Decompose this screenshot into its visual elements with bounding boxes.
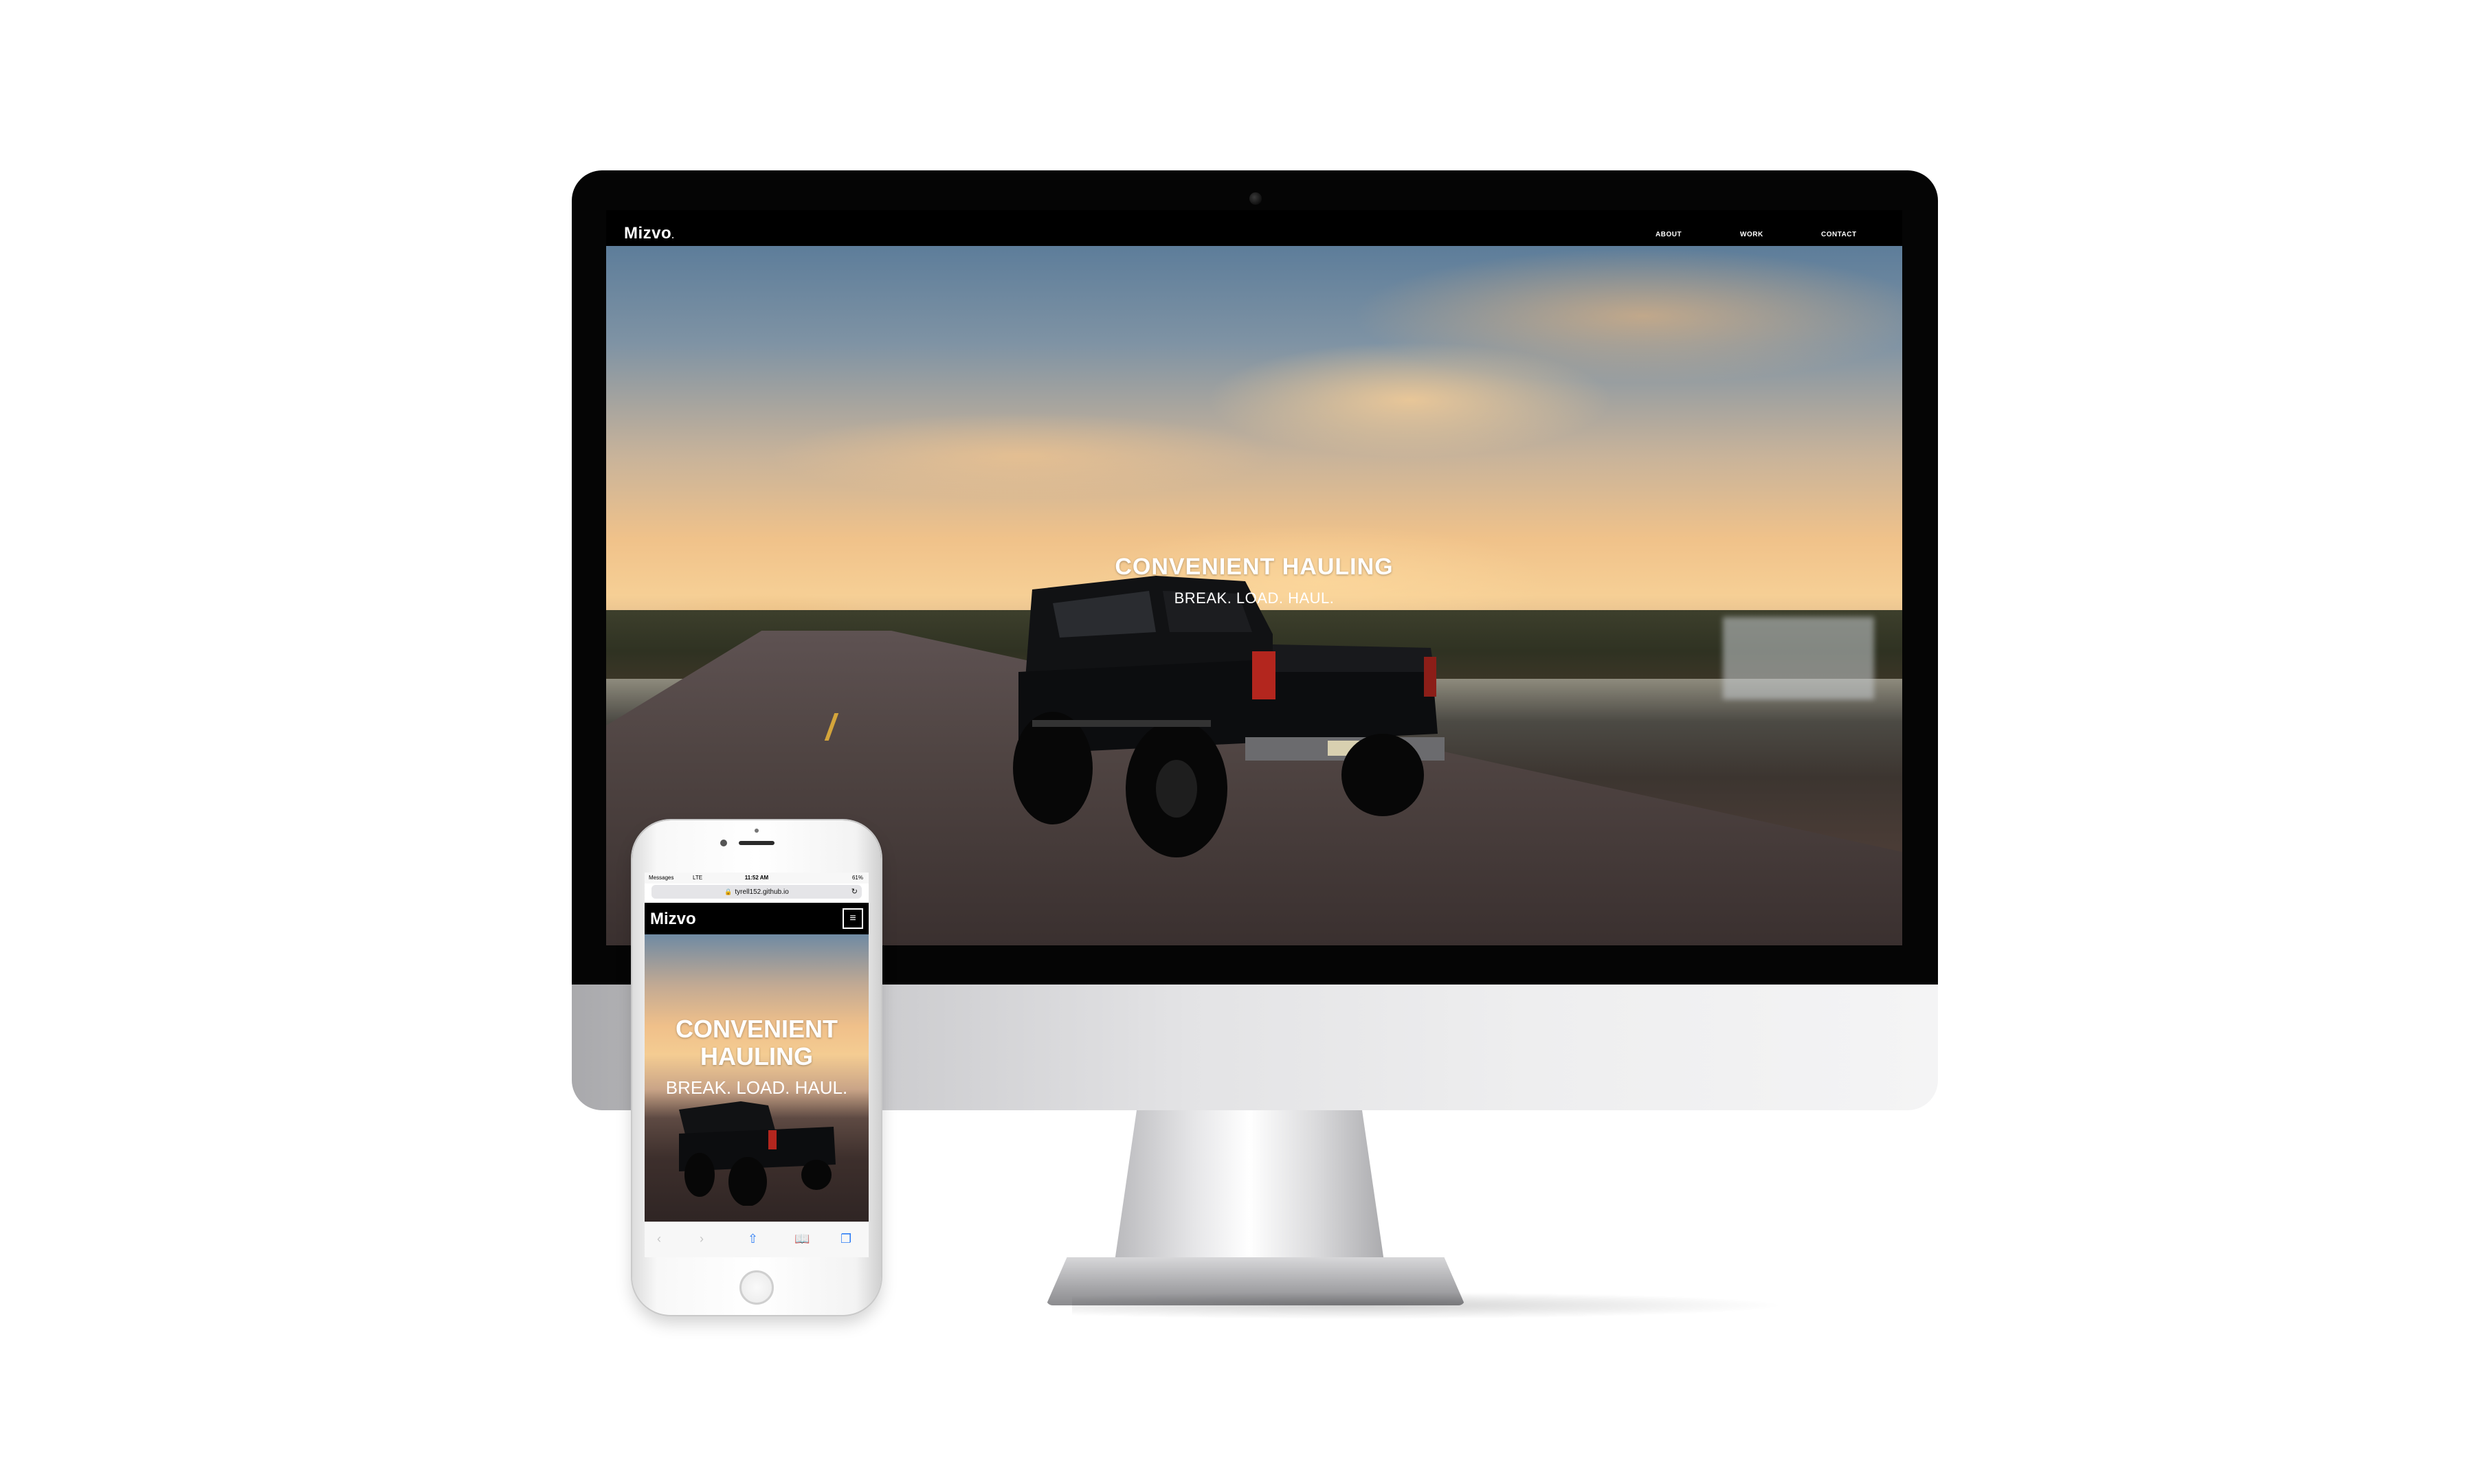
front-camera-icon (720, 840, 727, 846)
site-logo[interactable]: Mizvo. (624, 224, 675, 243)
nav-link-work[interactable]: WORK (1740, 231, 1763, 238)
address-url: tyrell152.github.io (735, 888, 789, 896)
hamburger-icon[interactable]: ≡ (843, 908, 863, 929)
imac-stand (1115, 1110, 1384, 1261)
mobile-navbar: Mizvo ≡ (645, 903, 869, 934)
share-icon[interactable]: ⇧ (748, 1232, 758, 1246)
stand-shadow (1072, 1292, 1787, 1319)
back-icon[interactable]: ‹ (657, 1232, 661, 1246)
forward-icon[interactable]: › (700, 1232, 704, 1246)
speaker-grille (739, 841, 774, 845)
mobile-logo[interactable]: Mizvo (650, 910, 696, 929)
tabs-icon[interactable]: ❐ (840, 1232, 851, 1246)
safari-toolbar: ‹ › ⇧ 📖 ❐ (645, 1222, 869, 1257)
hero-title: CONVENIENT HAULING (1115, 554, 1394, 580)
mobile-hero-title-line2: HAULING (700, 1042, 813, 1070)
status-battery: 61% (851, 875, 863, 881)
mobile-hero-subtitle: BREAK. LOAD. HAUL. (665, 1077, 848, 1098)
mobile-screen: Messages LTE 11:52 AM 61% 🔒 tyrell152.git… (645, 873, 869, 1257)
mobile-hero-title-line1: CONVENIENT (675, 1015, 838, 1043)
hero-subtitle: BREAK. LOAD. HAUL. (1174, 589, 1335, 607)
mobile-hero-title: CONVENIENT HAULING (645, 1015, 869, 1070)
roadside-sign (1723, 617, 1874, 699)
camera-icon (1249, 192, 1262, 205)
home-button[interactable] (739, 1270, 774, 1305)
bookmarks-icon[interactable]: 📖 (794, 1232, 810, 1246)
nav-link-contact[interactable]: CONTACT (1821, 231, 1857, 238)
site-navbar: Mizvo. ABOUT WORK CONTACT (606, 210, 1902, 246)
sensor-icon (755, 829, 759, 833)
lock-icon: 🔒 (724, 888, 733, 895)
logo-dot-icon: . (671, 229, 675, 240)
address-bar[interactable]: 🔒 tyrell152.github.io ↻ (651, 885, 862, 899)
nav-link-about[interactable]: ABOUT (1656, 231, 1682, 238)
iphone-device: Messages LTE 11:52 AM 61% 🔒 tyrell152.git… (632, 820, 881, 1315)
status-time: 11:52 AM (744, 875, 769, 881)
pickup-truck-image (1013, 576, 1445, 857)
mobile-truck-image (679, 1101, 836, 1206)
mobile-hero: CONVENIENT HAULING BREAK. LOAD. HAUL. (645, 934, 869, 1222)
reload-icon[interactable]: ↻ (851, 885, 858, 899)
status-bar: Messages LTE 11:52 AM 61% (645, 873, 869, 884)
site-logo-text: Mizvo (624, 224, 672, 243)
